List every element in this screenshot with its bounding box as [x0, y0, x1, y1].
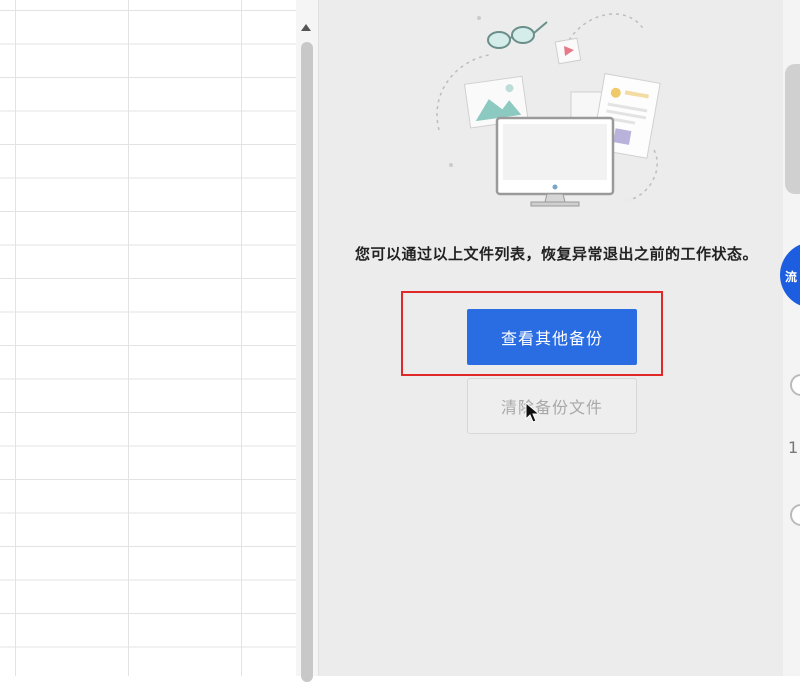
scroll-up-icon[interactable] [301, 24, 311, 31]
spreadsheet-grid[interactable] [0, 0, 297, 676]
side-number-label: 1 [788, 438, 799, 457]
clear-backup-files-button[interactable]: 清除备份文件 [467, 378, 637, 434]
side-collapse-tab[interactable] [785, 64, 800, 194]
backup-recovery-panel: 您可以通过以上文件列表，恢复异常退出之前的工作状态。 查看其他备份 清除备份文件 [319, 0, 783, 676]
glasses-icon [487, 21, 548, 49]
right-side-strip [783, 0, 800, 676]
scroll-thumb[interactable] [301, 42, 313, 682]
view-other-backups-button[interactable]: 查看其他备份 [467, 309, 637, 365]
recovery-message: 您可以通过以上文件列表，恢复异常退出之前的工作状态。 [355, 245, 759, 263]
backup-illustration [436, 13, 661, 207]
side-badge-label: 流 [785, 270, 798, 284]
mouse-cursor-icon [525, 402, 541, 423]
play-icon [554, 37, 582, 65]
monitor-icon [495, 116, 615, 207]
vertical-scrollbar[interactable] [296, 0, 319, 682]
